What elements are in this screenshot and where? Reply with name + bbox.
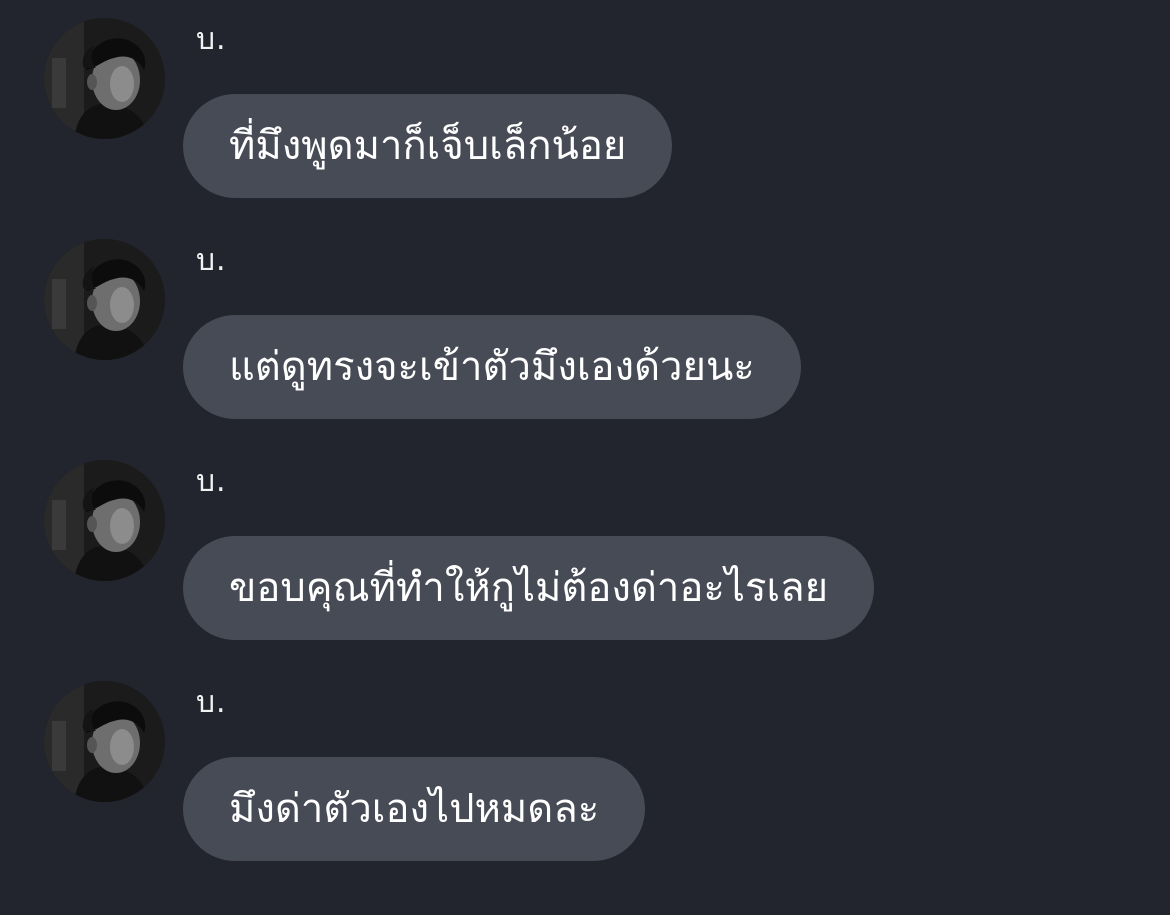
message-row: บ. ขอบคุณที่ทำให้กูไม่ต้องด่าอะไรเลย — [0, 442, 1170, 642]
message-row: บ. แต่ดูทรงจะเข้าตัวมึงเองด้วยนะ — [0, 221, 1170, 421]
message-row: บ. มึงด่าตัวเองไปหมดละ — [0, 663, 1170, 863]
message-bubble[interactable]: แต่ดูทรงจะเข้าตัวมึงเองด้วยนะ — [183, 315, 801, 419]
sender-name: บ. — [196, 685, 227, 720]
profile-photo-icon — [44, 460, 165, 581]
message-bubble[interactable]: ที่มึงพูดมาก็เจ็บเล็กน้อย — [183, 94, 673, 198]
profile-photo-icon — [44, 18, 165, 139]
avatar[interactable] — [44, 18, 165, 139]
avatar[interactable] — [44, 681, 165, 802]
profile-photo-icon — [44, 681, 165, 802]
message-bubble[interactable]: มึงด่าตัวเองไปหมดละ — [183, 757, 646, 861]
message-row: บ. ที่มึงพูดมาก็เจ็บเล็กน้อย — [0, 0, 1170, 200]
message-bubble[interactable]: ขอบคุณที่ทำให้กูไม่ต้องด่าอะไรเลย — [183, 536, 875, 640]
avatar[interactable] — [44, 239, 165, 360]
chat-thread: บ. ที่มึงพูดมาก็เจ็บเล็กน้อย บ. แต่ดูทรง… — [0, 0, 1170, 915]
sender-name: บ. — [196, 22, 227, 57]
sender-name: บ. — [196, 243, 227, 278]
sender-name: บ. — [196, 464, 227, 499]
avatar[interactable] — [44, 460, 165, 581]
profile-photo-icon — [44, 239, 165, 360]
